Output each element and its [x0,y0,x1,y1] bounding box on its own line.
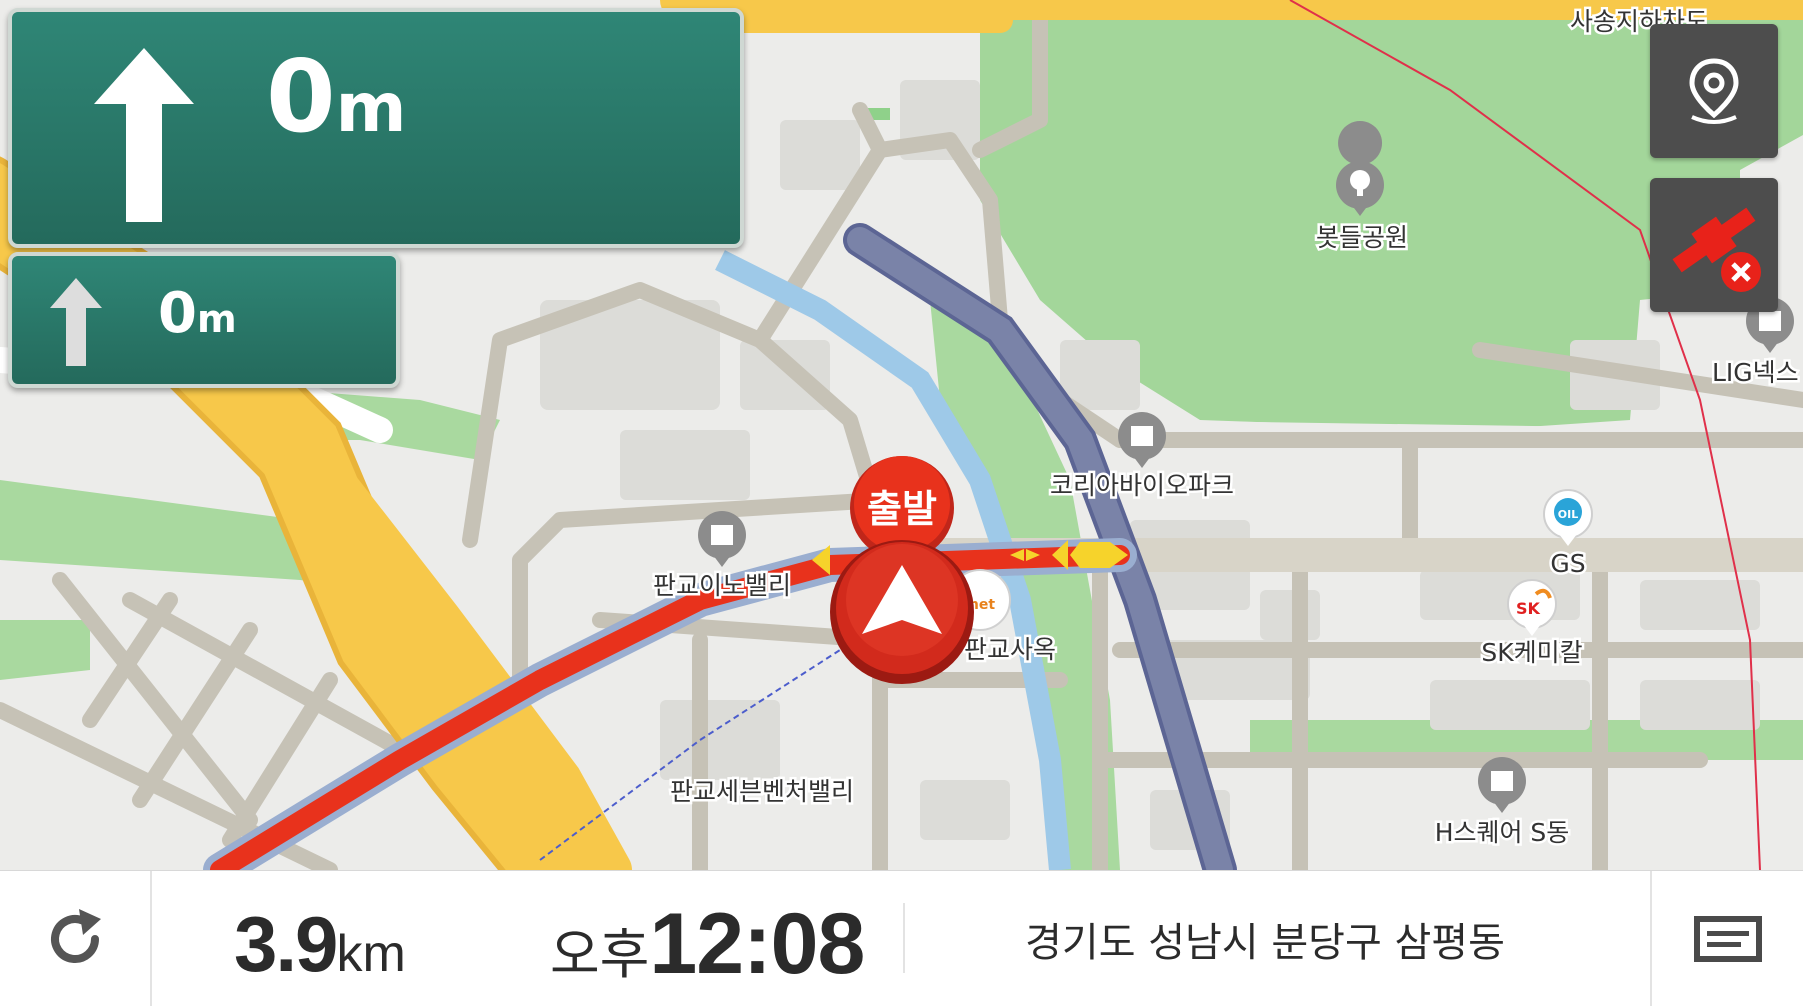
eta-ampm: 오후 [550,923,650,986]
main-distance-unit: m [335,69,407,148]
label-h-square: H스퀘어 S동 [1435,818,1570,847]
remaining-distance: 3.9km [234,899,406,990]
menu-icon [1693,915,1762,962]
next-distance-unit: m [196,297,237,341]
bottom-status-bar: 3.9km 오후12:08 경기도 성남시 분당구 삼평동 [0,870,1803,1006]
divider [150,871,152,1006]
sk-badge-text: SK [1516,599,1541,618]
label-pangyo-innovalley: 판교이노밸리 [653,571,791,600]
current-address: 경기도 성남시 분당구 삼평동 [1025,919,1505,966]
label-sk-chemical: SK케미칼 [1481,638,1582,667]
refresh-icon [51,908,101,963]
label-pangyo-seven-venture: 판교세븐벤처밸리 [670,777,854,806]
next-distance-value: 0 [158,281,197,346]
label-park: 봇들공원 [1316,223,1408,252]
poi-park-icon[interactable] [1336,121,1384,216]
current-position-arrow-icon [830,540,974,684]
gs-badge-text: OIL [1558,508,1578,521]
menu-button[interactable] [1652,871,1803,1006]
main-guidance-sign[interactable]: 0m [8,8,744,248]
current-location-button[interactable] [1650,24,1778,158]
reroute-button[interactable] [0,871,150,1006]
label-pangyo-office: 판교사옥 [964,635,1056,664]
distance-unit: km [336,925,406,983]
main-distance-value: 0 [266,38,336,155]
gps-disconnected-icon [1672,207,1761,292]
label-korea-bio-park: 코리아바이오파크 [1050,471,1234,500]
gps-status-button[interactable] [1650,178,1778,312]
label-gs: GS [1550,549,1585,578]
straight-arrow-icon [94,48,194,222]
eta-time: 12:08 [649,896,865,992]
straight-arrow-icon [50,278,102,366]
next-guidance-distance: 0m [158,282,237,351]
distance-value: 3.9 [234,900,338,988]
next-guidance-sign[interactable]: 0m [8,252,400,388]
arrival-time: 오후12:08 [550,895,865,994]
label-lig: LIG넥스 [1712,358,1799,387]
start-marker-label: 출발 [867,487,937,531]
main-guidance-distance: 0m [266,42,406,164]
location-pin-icon [1689,58,1739,124]
